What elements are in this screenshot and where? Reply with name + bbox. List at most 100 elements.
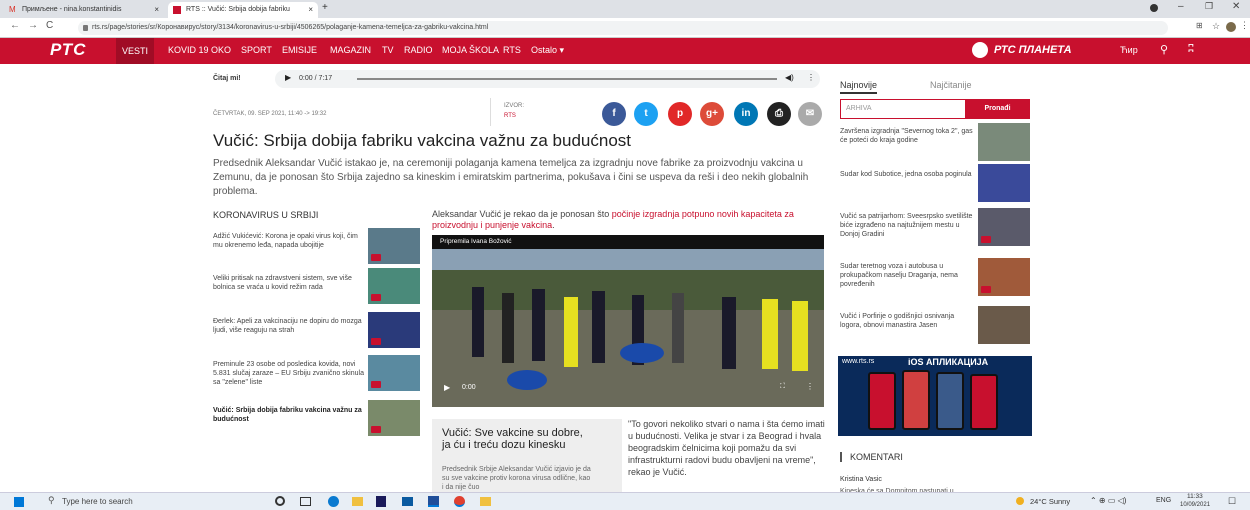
play-icon[interactable]: ▶	[285, 73, 291, 82]
volume-icon[interactable]: ◀)	[785, 73, 794, 82]
related-item[interactable]: Đerlek: Apeli za vakcinaciju ne dopiru d…	[213, 317, 368, 335]
forward-icon[interactable]: →	[28, 20, 38, 31]
video-menu-icon[interactable]: ⋮	[806, 382, 814, 391]
sidebar-news-item[interactable]: Vučić sa patrijarhom: Sveesrpsko svetili…	[840, 212, 975, 239]
file-explorer-icon[interactable]	[352, 497, 363, 506]
sidebar-thumb[interactable]	[978, 306, 1030, 344]
tab-najcitanije[interactable]: Najčitanije	[930, 80, 972, 90]
related-thumb[interactable]	[368, 400, 420, 436]
related-thumb[interactable]	[368, 268, 420, 304]
ad-site: www.rts.rs	[842, 358, 875, 365]
related-heading[interactable]: KORONAVIRUS U SRBIJI	[213, 210, 318, 220]
ios-app-banner[interactable]: www.rts.rs iOS АПЛИКАЦИЈА	[838, 356, 1032, 436]
related-story-text: Predsednik Srbije Aleksandar Vučić izjav…	[442, 466, 591, 491]
pinterest-share-icon[interactable]: p	[668, 102, 692, 126]
sidebar-thumb[interactable]	[978, 208, 1030, 246]
related-item[interactable]: Veliki pritisak na zdravstveni sistem, s…	[213, 274, 368, 292]
close-tab-icon[interactable]: ×	[308, 2, 313, 18]
clock-time[interactable]: 11:33	[1187, 493, 1203, 500]
related-thumb[interactable]	[368, 228, 420, 264]
script-toggle[interactable]: Ћир	[1120, 45, 1138, 55]
maximize-icon[interactable]: ❐	[1205, 1, 1213, 12]
bookmark-star-icon[interactable]: ☆	[1212, 21, 1220, 32]
nav-moja-skola[interactable]: MOJA ŠKOLA	[442, 45, 499, 55]
reload-icon[interactable]: C	[46, 20, 53, 31]
search-button[interactable]: Pronađi	[965, 100, 1030, 118]
nav-radio[interactable]: RADIO	[404, 45, 433, 55]
nav-oko[interactable]: OKO	[211, 45, 231, 55]
language-indicator[interactable]: ENG	[1156, 497, 1171, 504]
taskbar-search-input[interactable]: Type here to search	[62, 497, 133, 506]
nav-tv[interactable]: TV	[382, 45, 394, 55]
task-view-icon[interactable]	[300, 497, 311, 506]
related-item-current[interactable]: Vučić: Srbija dobija fabriku vakcina važ…	[213, 406, 368, 424]
tab-najnovije[interactable]: Najnovije	[840, 80, 878, 94]
comments-heading: KOMENTARI	[840, 452, 903, 462]
video-player[interactable]: Pripremila Ivana Božović ▶ 0:00 ⛶ ⋮	[432, 235, 824, 407]
weather-sun-icon	[1016, 497, 1024, 505]
clock-date[interactable]: 10/09/2021	[1180, 502, 1210, 508]
new-tab-button[interactable]: +	[322, 2, 328, 13]
nav-magazin[interactable]: MAGAZIN	[330, 45, 371, 55]
menu-icon[interactable]: ⋮	[1240, 20, 1249, 31]
related-item[interactable]: Adžić Vukićević: Korona je opaki virus k…	[213, 232, 368, 250]
twitter-share-icon[interactable]: t	[634, 102, 658, 126]
related-thumb[interactable]	[368, 312, 420, 348]
google-plus-share-icon[interactable]: g+	[700, 102, 724, 126]
word-icon[interactable]	[428, 496, 439, 507]
avatar[interactable]	[1226, 22, 1236, 32]
rts-planeta-link[interactable]: РТС ПЛАНЕТА	[994, 44, 1072, 56]
back-icon[interactable]: ←	[10, 20, 20, 31]
sidebar-news-item[interactable]: Sudar kod Subotice, jedna osoba poginula	[840, 170, 975, 179]
profile-icon[interactable]	[1150, 4, 1158, 12]
sidebar-thumb[interactable]	[978, 164, 1030, 202]
sidebar-thumb[interactable]	[978, 258, 1030, 296]
sidebar-news-item[interactable]: Sudar teretnog voza i autobusa u prokupa…	[840, 262, 975, 289]
edge-icon[interactable]	[328, 496, 339, 507]
video-frame-image	[432, 235, 824, 407]
email-share-icon[interactable]: ✉	[798, 102, 822, 126]
chrome-icon[interactable]	[454, 496, 465, 507]
tab-rts[interactable]: RTS :: Vučić: Srbija dobija fabriku ×	[168, 2, 318, 18]
close-tab-icon[interactable]: ×	[154, 2, 159, 18]
related-item[interactable]: Preminule 23 osobe od posledica kovida, …	[213, 360, 368, 387]
nav-sport[interactable]: SPORT	[241, 45, 272, 55]
sidebar-thumb[interactable]	[978, 123, 1030, 161]
tab-gmail[interactable]: M Примљене - nina.konstantinidis ×	[4, 2, 164, 18]
store-icon[interactable]	[376, 496, 386, 507]
extension-icon[interactable]: ⊞	[1196, 21, 1203, 30]
linkedin-share-icon[interactable]: in	[734, 102, 758, 126]
windows-start-icon[interactable]	[14, 497, 24, 507]
nav-emisije[interactable]: EMISIJE	[282, 45, 317, 55]
sidebar-news-item[interactable]: Vučić i Porfirije o godišnjici osnivanja…	[840, 312, 975, 330]
nav-rts[interactable]: RTS	[503, 45, 521, 55]
nav-ostalo[interactable]: Ostalo ▾	[531, 45, 564, 56]
rts-logo[interactable]: РТС	[50, 40, 86, 60]
weather-text[interactable]: 24°C Sunny	[1030, 497, 1070, 506]
minimize-icon[interactable]: –	[1178, 1, 1184, 12]
search-icon[interactable]: ⚲	[1160, 43, 1168, 56]
cortana-icon[interactable]	[275, 496, 285, 506]
archive-search-input[interactable]: ARHIVA	[846, 105, 872, 112]
close-window-icon[interactable]: ✕	[1232, 1, 1240, 12]
system-tray-icons[interactable]: ⌃ ⊕ ▭ ◁)	[1090, 496, 1126, 505]
article-title: Vučić: Srbija dobija fabriku vakcina važ…	[213, 131, 631, 150]
facebook-share-icon[interactable]: f	[602, 102, 626, 126]
notifications-icon[interactable]: ☐	[1228, 496, 1236, 507]
nav-vesti[interactable]: VESTI	[116, 38, 155, 64]
rss-icon[interactable]: ʭ	[1188, 43, 1194, 55]
folder-icon[interactable]	[480, 497, 491, 506]
source-value[interactable]: RTS	[504, 113, 516, 119]
video-fullscreen-icon[interactable]: ⛶	[780, 383, 785, 391]
planeta-globe-icon	[972, 42, 988, 58]
url-field[interactable]: rts.rs/page/stories/sr/Коронавирус/story…	[78, 21, 1168, 35]
video-play-icon[interactable]: ▶	[444, 383, 450, 392]
mail-icon[interactable]	[402, 497, 413, 506]
audio-progress[interactable]	[357, 78, 777, 80]
nav-kovid[interactable]: KOVID 19	[168, 45, 209, 55]
sidebar-news-item[interactable]: Završena izgradnja "Severnog toka 2", ga…	[840, 127, 975, 145]
audio-menu-icon[interactable]: ⋮	[807, 73, 815, 82]
print-icon[interactable]: ⎙	[767, 102, 791, 126]
related-story-title[interactable]: Vučić: Sve vakcine su dobre, ja ću i tre…	[442, 427, 592, 451]
related-thumb[interactable]	[368, 355, 420, 391]
